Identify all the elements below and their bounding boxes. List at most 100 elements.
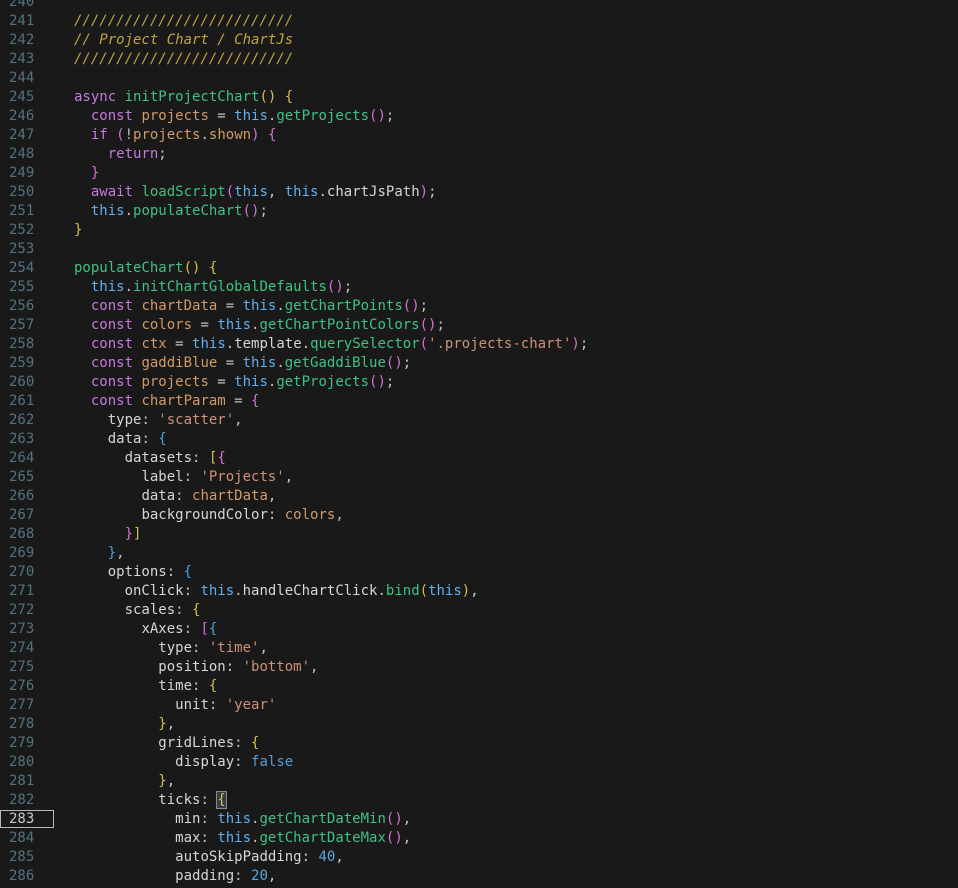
line-number[interactable]: 245	[0, 88, 58, 107]
line-number[interactable]: 240	[0, 0, 58, 12]
line-number[interactable]: 255	[0, 278, 58, 297]
code-line[interactable]: 270 options: {	[0, 563, 958, 582]
code-text[interactable]: const chartParam = {	[58, 392, 958, 411]
line-number[interactable]: 250	[0, 183, 58, 202]
code-text[interactable]	[58, 69, 958, 88]
line-number[interactable]: 263	[0, 430, 58, 449]
code-text[interactable]: const chartData = this.getChartPoints();	[58, 297, 958, 316]
code-text[interactable]: display: false	[58, 753, 958, 772]
code-text[interactable]: max: this.getChartDateMax(),	[58, 829, 958, 848]
code-text[interactable]: await loadScript(this, this.chartJsPath)…	[58, 183, 958, 202]
code-line[interactable]: 273 xAxes: [{	[0, 620, 958, 639]
code-text[interactable]: //////////////////////////	[58, 12, 958, 31]
code-line[interactable]: 244	[0, 69, 958, 88]
code-line[interactable]: 255 this.initChartGlobalDefaults();	[0, 278, 958, 297]
line-number[interactable]: 243	[0, 50, 58, 69]
code-line[interactable]: 242// Project Chart / ChartJs	[0, 31, 958, 50]
code-text[interactable]: autoSkipPadding: 40,	[58, 848, 958, 867]
code-text[interactable]: populateChart() {	[58, 259, 958, 278]
code-line[interactable]: 281 },	[0, 772, 958, 791]
line-number[interactable]: 258	[0, 335, 58, 354]
code-line[interactable]: 278 },	[0, 715, 958, 734]
code-line[interactable]: 249 }	[0, 164, 958, 183]
line-number[interactable]: 253	[0, 240, 58, 259]
code-text[interactable]: backgroundColor: colors,	[58, 506, 958, 525]
code-text[interactable]: }	[58, 221, 958, 240]
code-line[interactable]: 283 min: this.getChartDateMin(),	[0, 810, 958, 829]
code-line[interactable]: 268 }]	[0, 525, 958, 544]
line-number[interactable]: 247	[0, 126, 58, 145]
line-number[interactable]: 278	[0, 715, 58, 734]
code-line[interactable]: 240	[0, 0, 958, 12]
code-line[interactable]: 266 data: chartData,	[0, 487, 958, 506]
code-text[interactable]: const projects = this.getProjects();	[58, 373, 958, 392]
code-text[interactable]: time: {	[58, 677, 958, 696]
line-number[interactable]: 248	[0, 145, 58, 164]
line-number[interactable]: 241	[0, 12, 58, 31]
code-line[interactable]: 254populateChart() {	[0, 259, 958, 278]
code-line[interactable]: 274 type: 'time',	[0, 639, 958, 658]
code-line[interactable]: 243//////////////////////////	[0, 50, 958, 69]
code-text[interactable]: xAxes: [{	[58, 620, 958, 639]
code-text[interactable]: onClick: this.handleChartClick.bind(this…	[58, 582, 958, 601]
line-number[interactable]: 286	[0, 867, 58, 886]
line-number[interactable]: 282	[0, 791, 58, 810]
line-number[interactable]: 285	[0, 848, 58, 867]
line-number[interactable]: 254	[0, 259, 58, 278]
code-line[interactable]: 267 backgroundColor: colors,	[0, 506, 958, 525]
code-text[interactable]: const colors = this.getChartPointColors(…	[58, 316, 958, 335]
code-text[interactable]: const projects = this.getProjects();	[58, 107, 958, 126]
code-text[interactable]: datasets: [{	[58, 449, 958, 468]
line-number[interactable]: 271	[0, 582, 58, 601]
code-line[interactable]: 257 const colors = this.getChartPointCol…	[0, 316, 958, 335]
code-text[interactable]: padding: 20,	[58, 867, 958, 886]
code-line[interactable]: 253	[0, 240, 958, 259]
code-line[interactable]: 256 const chartData = this.getChartPoint…	[0, 297, 958, 316]
code-line[interactable]: 262 type: 'scatter',	[0, 411, 958, 430]
code-text[interactable]: }	[58, 164, 958, 183]
code-text[interactable]	[58, 0, 958, 12]
code-text[interactable]: label: 'Projects',	[58, 468, 958, 487]
code-text[interactable]: },	[58, 544, 958, 563]
code-text[interactable]: scales: {	[58, 601, 958, 620]
code-line[interactable]: 247 if (!projects.shown) {	[0, 126, 958, 145]
line-number[interactable]: 256	[0, 297, 58, 316]
code-text[interactable]: },	[58, 772, 958, 791]
line-number[interactable]: 259	[0, 354, 58, 373]
line-number[interactable]: 281	[0, 772, 58, 791]
code-line[interactable]: 241//////////////////////////	[0, 12, 958, 31]
line-number[interactable]: 251	[0, 202, 58, 221]
line-number[interactable]: 261	[0, 392, 58, 411]
line-number[interactable]: 284	[0, 829, 58, 848]
code-text[interactable]: type: 'time',	[58, 639, 958, 658]
code-editor[interactable]: 240241//////////////////////////242// Pr…	[0, 0, 958, 888]
code-line[interactable]: 279 gridLines: {	[0, 734, 958, 753]
code-line[interactable]: 252}	[0, 221, 958, 240]
line-number[interactable]: 279	[0, 734, 58, 753]
code-line[interactable]: 259 const gaddiBlue = this.getGaddiBlue(…	[0, 354, 958, 373]
code-line[interactable]: 246 const projects = this.getProjects();	[0, 107, 958, 126]
line-number[interactable]: 244	[0, 69, 58, 88]
code-text[interactable]	[58, 240, 958, 259]
line-number[interactable]: 260	[0, 373, 58, 392]
line-number[interactable]: 273	[0, 620, 58, 639]
code-line[interactable]: 271 onClick: this.handleChartClick.bind(…	[0, 582, 958, 601]
code-text[interactable]: const gaddiBlue = this.getGaddiBlue();	[58, 354, 958, 373]
code-text[interactable]: //////////////////////////	[58, 50, 958, 69]
line-number[interactable]: 265	[0, 468, 58, 487]
code-text[interactable]: data: chartData,	[58, 487, 958, 506]
code-line[interactable]: 269 },	[0, 544, 958, 563]
code-line[interactable]: 284 max: this.getChartDateMax(),	[0, 829, 958, 848]
line-number[interactable]: 283	[0, 810, 58, 829]
line-number[interactable]: 274	[0, 639, 58, 658]
line-number[interactable]: 242	[0, 31, 58, 50]
code-line[interactable]: 282 ticks: {	[0, 791, 958, 810]
code-text[interactable]: type: 'scatter',	[58, 411, 958, 430]
line-number[interactable]: 272	[0, 601, 58, 620]
code-text[interactable]: this.initChartGlobalDefaults();	[58, 278, 958, 297]
code-text[interactable]: },	[58, 715, 958, 734]
line-number[interactable]: 249	[0, 164, 58, 183]
code-line[interactable]: 275 position: 'bottom',	[0, 658, 958, 677]
code-line[interactable]: 260 const projects = this.getProjects();	[0, 373, 958, 392]
line-number[interactable]: 269	[0, 544, 58, 563]
